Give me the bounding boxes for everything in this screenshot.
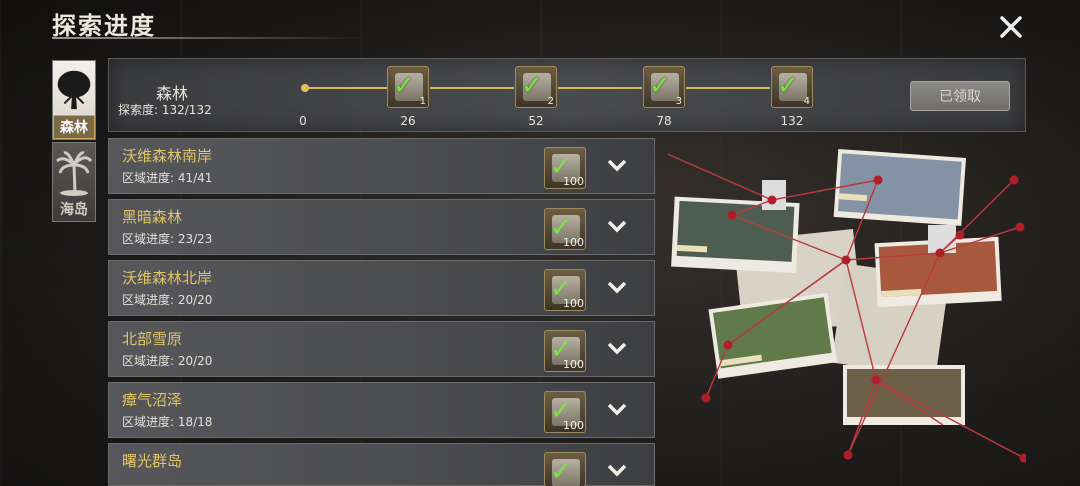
region-row-name: 沃维森林南岸 [122, 147, 213, 165]
exploration-map-board [668, 140, 1026, 470]
list-item[interactable]: 沃维森林南岸 区域进度: 41/41 ✓ 100 [108, 138, 655, 194]
completion-badge: ✓ 100 [544, 391, 586, 433]
region-row-name: 沃维森林北岸 [122, 269, 213, 287]
list-item[interactable]: 北部雪原 区域进度: 20/20 ✓ 100 [108, 321, 655, 377]
chevron-down-icon[interactable] [606, 218, 628, 234]
photo-card [833, 149, 967, 226]
tree-icon [57, 70, 91, 110]
milestone-number: 4 [803, 96, 810, 107]
tick-label: 52 [528, 114, 544, 128]
completion-percent: 100 [563, 236, 584, 249]
tick-label: 78 [656, 114, 672, 128]
close-button[interactable] [996, 12, 1026, 42]
milestone-reward[interactable]: ✓ 2 [515, 66, 557, 108]
completion-percent: 100 [563, 175, 584, 188]
chevron-down-icon[interactable] [606, 279, 628, 295]
region-row-name: 曙光群岛 [122, 452, 183, 470]
page-title: 探索进度 [52, 12, 156, 40]
region-row-progress: 区域进度: 23/23 [122, 232, 213, 246]
photo-card [708, 292, 838, 379]
region-row-name: 瘴气沼泽 [122, 391, 183, 409]
region-row-name: 黑暗森林 [122, 208, 183, 226]
track-segment [686, 87, 770, 89]
check-icon: ✓ [521, 71, 543, 101]
tab-island[interactable]: 海岛 [52, 142, 96, 222]
close-icon [1000, 16, 1022, 38]
milestone-reward[interactable]: ✓ 4 [771, 66, 813, 108]
completion-badge: ✓ 100 [544, 269, 586, 311]
chevron-down-icon[interactable] [606, 462, 628, 478]
chevron-down-icon[interactable] [606, 157, 628, 173]
completion-percent: 100 [563, 358, 584, 371]
chevron-down-icon[interactable] [606, 340, 628, 356]
explore-progress: 探索度: 132/132 [118, 103, 212, 117]
check-icon: ✓ [777, 71, 799, 101]
tab-forest[interactable]: 森林 [52, 60, 96, 140]
track-segment [305, 87, 387, 89]
completion-badge: ✓ 100 [544, 208, 586, 250]
region-row-name: 北部雪原 [122, 330, 183, 348]
map-illustration [668, 149, 1026, 463]
completion-badge: ✓ 100 [544, 330, 586, 372]
completion-badge: ✓ 100 [544, 147, 586, 189]
region-row-progress: 区域进度: 18/18 [122, 415, 213, 429]
completion-percent: 100 [563, 419, 584, 432]
chevron-down-icon[interactable] [606, 401, 628, 417]
list-item[interactable]: 瘴气沼泽 区域进度: 18/18 ✓ 100 [108, 382, 655, 438]
region-row-progress: 区域进度: 20/20 [122, 293, 213, 307]
tab-label: 海岛 [60, 202, 88, 218]
title-underline [52, 37, 367, 39]
check-icon: ✓ [649, 71, 671, 101]
region-row-progress: 区域进度: 20/20 [122, 354, 213, 368]
list-item[interactable]: 沃维森林北岸 区域进度: 20/20 ✓ 100 [108, 260, 655, 316]
claimed-button[interactable]: 已领取 [910, 81, 1010, 111]
list-item[interactable]: 曙光群岛 ✓ [108, 443, 655, 486]
milestone-reward[interactable]: ✓ 1 [387, 66, 429, 108]
milestone-reward[interactable]: ✓ 3 [643, 66, 685, 108]
palm-tree-icon [56, 151, 93, 196]
milestone-number: 3 [675, 96, 682, 107]
completion-percent: 100 [563, 297, 584, 310]
check-icon: ✓ [550, 457, 572, 486]
list-item[interactable]: 黑暗森林 区域进度: 23/23 ✓ 100 [108, 199, 655, 255]
tick-label: 26 [400, 114, 416, 128]
region-row-progress: 区域进度: 41/41 [122, 171, 213, 185]
completion-badge: ✓ [544, 452, 586, 486]
tick-label: 132 [780, 114, 804, 128]
track-segment [430, 87, 514, 89]
tab-label: 森林 [53, 115, 95, 139]
progress-panel [108, 58, 1026, 132]
milestone-number: 2 [547, 96, 554, 107]
track-segment [558, 87, 642, 89]
tick-label: 0 [299, 114, 307, 128]
check-icon: ✓ [393, 71, 415, 101]
milestone-number: 1 [419, 96, 426, 107]
photo-card [762, 180, 786, 210]
